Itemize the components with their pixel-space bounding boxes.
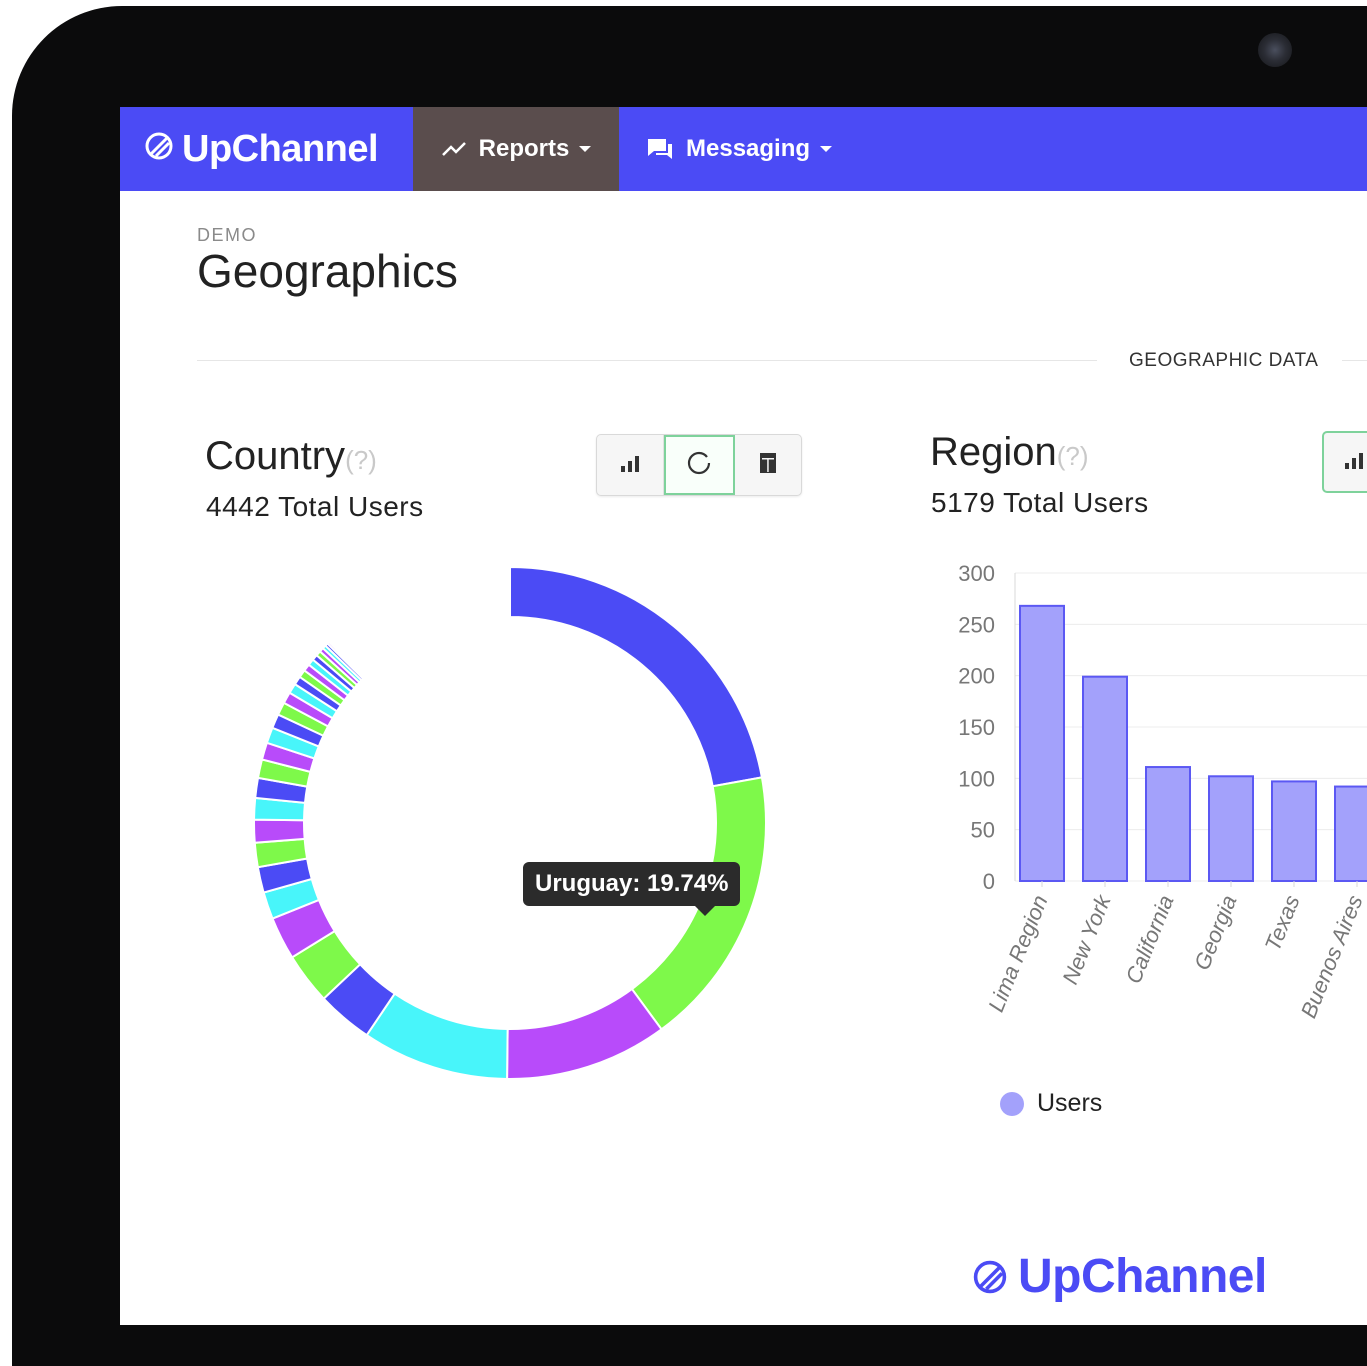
region-bar-chart: 0 50 100 150 200 250 300 Lima Region New York Cal… <box>958 561 1367 1022</box>
donut-chart-icon <box>686 450 712 481</box>
footer-brand-name: UpChannel <box>1018 1250 1267 1303</box>
footer-brand-logo: UpChannel <box>972 1249 1267 1304</box>
region-legend[interactable]: Users <box>1000 1089 1102 1118</box>
bar-chart-icon <box>1344 451 1364 474</box>
bar[interactable] <box>1082 675 1128 882</box>
table-view-button[interactable] <box>735 435 801 495</box>
x-tick-label: New York <box>1057 891 1116 988</box>
chevron-down-icon <box>820 146 833 152</box>
country-card-title: Country(?) <box>205 434 377 479</box>
brand-name: UpChannel <box>182 127 379 170</box>
y-tick-label: 150 <box>958 715 995 740</box>
section-divider-right <box>1342 360 1367 361</box>
page-eyebrow: DEMO <box>197 225 257 245</box>
y-tick-label: 200 <box>958 664 995 689</box>
x-tick-label: Lima Region <box>983 892 1052 1016</box>
upchannel-logo-icon <box>972 1259 1008 1295</box>
y-tick-label: 250 <box>958 612 995 637</box>
app-screen: UpChannel Reports Messaging DEMO Geograp… <box>120 107 1367 1325</box>
nav-messaging[interactable]: Messaging <box>646 107 833 191</box>
bar[interactable] <box>1271 780 1317 882</box>
x-tick-label: Buenos Aires <box>1296 892 1367 1022</box>
chart-tooltip: Uruguay: 19.74% <box>523 862 741 916</box>
y-tick-label: 300 <box>958 561 995 586</box>
upchannel-logo-icon <box>144 128 174 171</box>
top-navbar: UpChannel Reports Messaging <box>120 107 1367 191</box>
nav-reports[interactable]: Reports <box>413 107 619 191</box>
table-icon <box>759 452 777 479</box>
bar-chart-icon <box>620 454 640 477</box>
y-tick-label: 0 <box>983 869 995 894</box>
webcam <box>1258 33 1292 67</box>
chat-icon <box>646 137 674 161</box>
country-total-users: 4442 Total Users <box>206 491 424 522</box>
donut-slice[interactable] <box>509 565 764 788</box>
page-title: Geographics <box>197 245 458 297</box>
bar[interactable] <box>1208 775 1254 882</box>
x-tick-label: Texas <box>1260 892 1305 955</box>
x-tick-label: California <box>1121 892 1179 988</box>
bar-view-button[interactable] <box>597 435 665 495</box>
y-tick-label: 100 <box>958 766 995 791</box>
bar[interactable] <box>1019 604 1065 882</box>
section-label: GEOGRAPHIC DATA <box>1129 350 1319 371</box>
nav-reports-label: Reports <box>478 135 570 162</box>
x-tick-label: Georgia <box>1189 892 1242 974</box>
region-card-title: Region(?) <box>930 430 1089 475</box>
legend-swatch <box>1000 1091 1024 1116</box>
region-total-users: 5179 Total Users <box>931 487 1149 518</box>
donut-view-button[interactable] <box>664 435 735 495</box>
donut-slice[interactable] <box>253 818 306 844</box>
section-divider <box>197 360 1097 361</box>
country-view-toggle <box>596 434 802 496</box>
region-title-text: Region <box>930 430 1057 474</box>
donut-slice[interactable] <box>506 987 663 1080</box>
y-tick-label: 50 <box>971 818 995 843</box>
donut-slice[interactable] <box>365 992 509 1080</box>
country-help-link[interactable]: (?) <box>345 445 377 475</box>
trend-line-icon <box>441 140 467 158</box>
region-bar-view-button[interactable] <box>1322 431 1367 493</box>
legend-label: Users <box>1037 1089 1103 1117</box>
bar[interactable] <box>1145 766 1191 882</box>
bar[interactable] <box>1334 785 1367 882</box>
country-title-text: Country <box>205 434 346 478</box>
country-donut-chart <box>253 565 767 1080</box>
nav-messaging-label: Messaging <box>686 135 811 162</box>
chevron-down-icon <box>579 146 592 152</box>
region-help-link[interactable]: (?) <box>1057 441 1089 471</box>
brand-logo[interactable]: UpChannel <box>144 107 379 191</box>
